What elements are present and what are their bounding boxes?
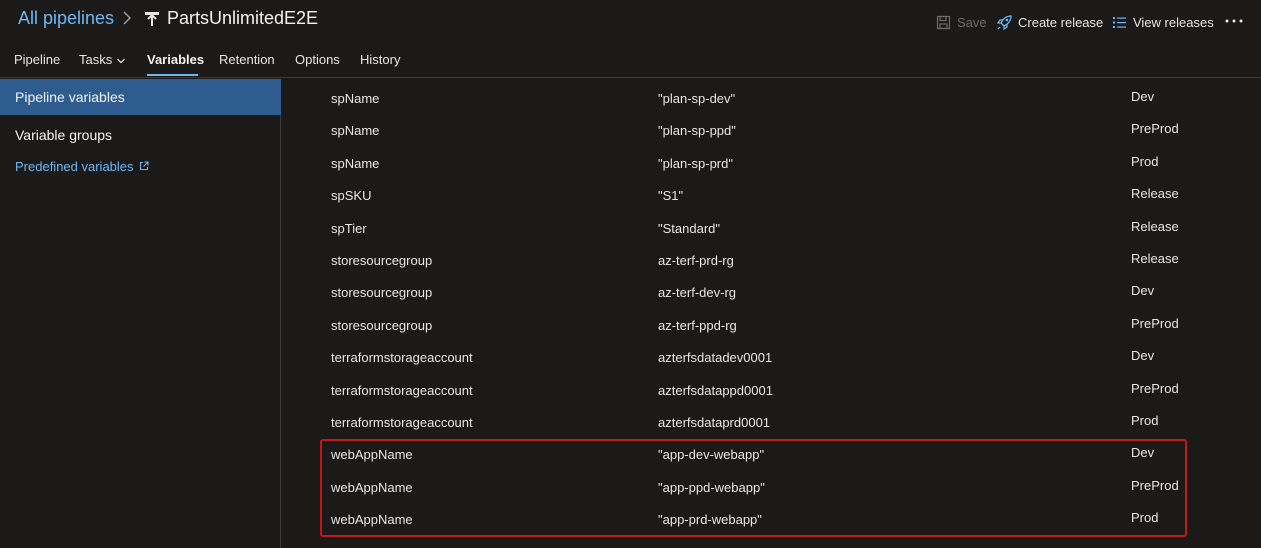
variable-value[interactable]: "plan-sp-prd" xyxy=(658,156,733,171)
tab-tasks-label: Tasks xyxy=(79,52,113,67)
variable-name[interactable]: storesourcegroup xyxy=(331,318,432,333)
pipeline-icon xyxy=(145,12,159,26)
variable-name[interactable]: terraformstorageaccount xyxy=(331,415,473,430)
variable-scope[interactable]: Release xyxy=(1131,219,1179,234)
variable-name[interactable]: storesourcegroup xyxy=(331,253,432,268)
variable-value[interactable]: az-terf-prd-rg xyxy=(658,253,734,268)
variable-value[interactable]: "S1" xyxy=(658,188,683,203)
external-link-icon xyxy=(139,161,149,171)
variable-value[interactable]: "plan-sp-dev" xyxy=(658,91,735,106)
variable-value[interactable]: azterfsdatadev0001 xyxy=(658,350,772,365)
variable-scope[interactable]: PreProd xyxy=(1131,381,1179,396)
predefined-variables-link[interactable]: Predefined variables xyxy=(0,158,281,174)
table-row[interactable]: terraformstorageaccount azterfsdatappd00… xyxy=(282,371,1261,403)
create-release-label: Create release xyxy=(1018,14,1104,30)
sidebar-item-variable-groups[interactable]: Variable groups xyxy=(0,125,281,145)
chevron-down-icon xyxy=(117,58,126,63)
variable-scope[interactable]: PreProd xyxy=(1131,121,1179,136)
sidebar-item-pipeline-variables[interactable]: Pipeline variables xyxy=(0,79,281,115)
table-row[interactable]: storesourcegroup az-terf-dev-rg Dev xyxy=(282,273,1261,305)
variable-name[interactable]: terraformstorageaccount xyxy=(331,350,473,365)
variable-name[interactable]: spName xyxy=(331,91,379,106)
variable-scope[interactable]: Dev xyxy=(1131,89,1154,104)
variable-scope[interactable]: Release xyxy=(1131,251,1179,266)
tab-pipeline[interactable]: Pipeline xyxy=(14,52,60,67)
table-row[interactable]: storesourcegroup az-terf-prd-rg Release xyxy=(282,241,1261,273)
table-row[interactable]: spTier "Standard" Release xyxy=(282,209,1261,241)
active-tab-indicator xyxy=(147,74,198,76)
rocket-icon xyxy=(997,14,1012,30)
tab-retention[interactable]: Retention xyxy=(219,52,275,67)
variable-value[interactable]: az-terf-dev-rg xyxy=(658,285,736,300)
more-icon[interactable] xyxy=(1224,12,1244,30)
variable-scope[interactable]: Prod xyxy=(1131,413,1158,428)
tab-tasks[interactable]: Tasks xyxy=(79,52,126,67)
variable-name[interactable]: storesourcegroup xyxy=(331,285,432,300)
header-bar: All pipelines PartsUnlimitedE2E Save Cre… xyxy=(0,0,1261,42)
variable-name[interactable]: spName xyxy=(331,123,379,138)
variable-scope[interactable]: Dev xyxy=(1131,283,1154,298)
tab-history[interactable]: History xyxy=(360,52,400,67)
table-row[interactable]: spName "plan-sp-ppd" PreProd xyxy=(282,111,1261,143)
variable-name[interactable]: terraformstorageaccount xyxy=(331,383,473,398)
breadcrumb-all-pipelines[interactable]: All pipelines xyxy=(18,8,114,29)
save-button[interactable]: Save xyxy=(936,13,987,31)
tab-options[interactable]: Options xyxy=(295,52,340,67)
save-icon xyxy=(936,15,951,29)
variables-sidebar: Pipeline variables Variable groups Prede… xyxy=(0,79,281,548)
tab-variables[interactable]: Variables xyxy=(147,52,204,67)
view-releases-label: View releases xyxy=(1133,14,1214,30)
table-row[interactable]: terraformstorageaccount azterfsdataprd00… xyxy=(282,403,1261,435)
save-label: Save xyxy=(957,14,987,30)
table-row[interactable]: terraformstorageaccount azterfsdatadev00… xyxy=(282,338,1261,370)
pipeline-title: PartsUnlimitedE2E xyxy=(167,8,319,28)
variable-value[interactable]: az-terf-ppd-rg xyxy=(658,318,737,333)
table-row[interactable]: spSKU "S1" Release xyxy=(282,176,1261,208)
table-row[interactable]: storesourcegroup az-terf-ppd-rg PreProd xyxy=(282,306,1261,338)
create-release-button[interactable]: Create release xyxy=(997,13,1103,31)
variable-scope[interactable]: PreProd xyxy=(1131,316,1179,331)
tab-bar: Pipeline Tasks Variables Retention Optio… xyxy=(0,42,1261,78)
variable-value[interactable]: "Standard" xyxy=(658,221,720,236)
list-icon xyxy=(1113,16,1126,28)
highlight-box xyxy=(320,439,1187,537)
variable-name[interactable]: spName xyxy=(331,156,379,171)
chevron-right-icon xyxy=(123,11,131,25)
variable-scope[interactable]: Prod xyxy=(1131,154,1158,169)
variable-value[interactable]: azterfsdatappd0001 xyxy=(658,383,773,398)
variable-name[interactable]: spSKU xyxy=(331,188,371,203)
predefined-variables-label: Predefined variables xyxy=(15,158,134,174)
view-releases-button[interactable]: View releases xyxy=(1112,13,1214,31)
variable-scope[interactable]: Release xyxy=(1131,186,1179,201)
table-row[interactable]: spName "plan-sp-prd" Prod xyxy=(282,144,1261,176)
variable-scope[interactable]: Dev xyxy=(1131,348,1154,363)
variable-value[interactable]: azterfsdataprd0001 xyxy=(658,415,770,430)
table-row[interactable]: spName "plan-sp-dev" Dev xyxy=(282,79,1261,111)
variable-name[interactable]: spTier xyxy=(331,221,367,236)
variable-value[interactable]: "plan-sp-ppd" xyxy=(658,123,736,138)
